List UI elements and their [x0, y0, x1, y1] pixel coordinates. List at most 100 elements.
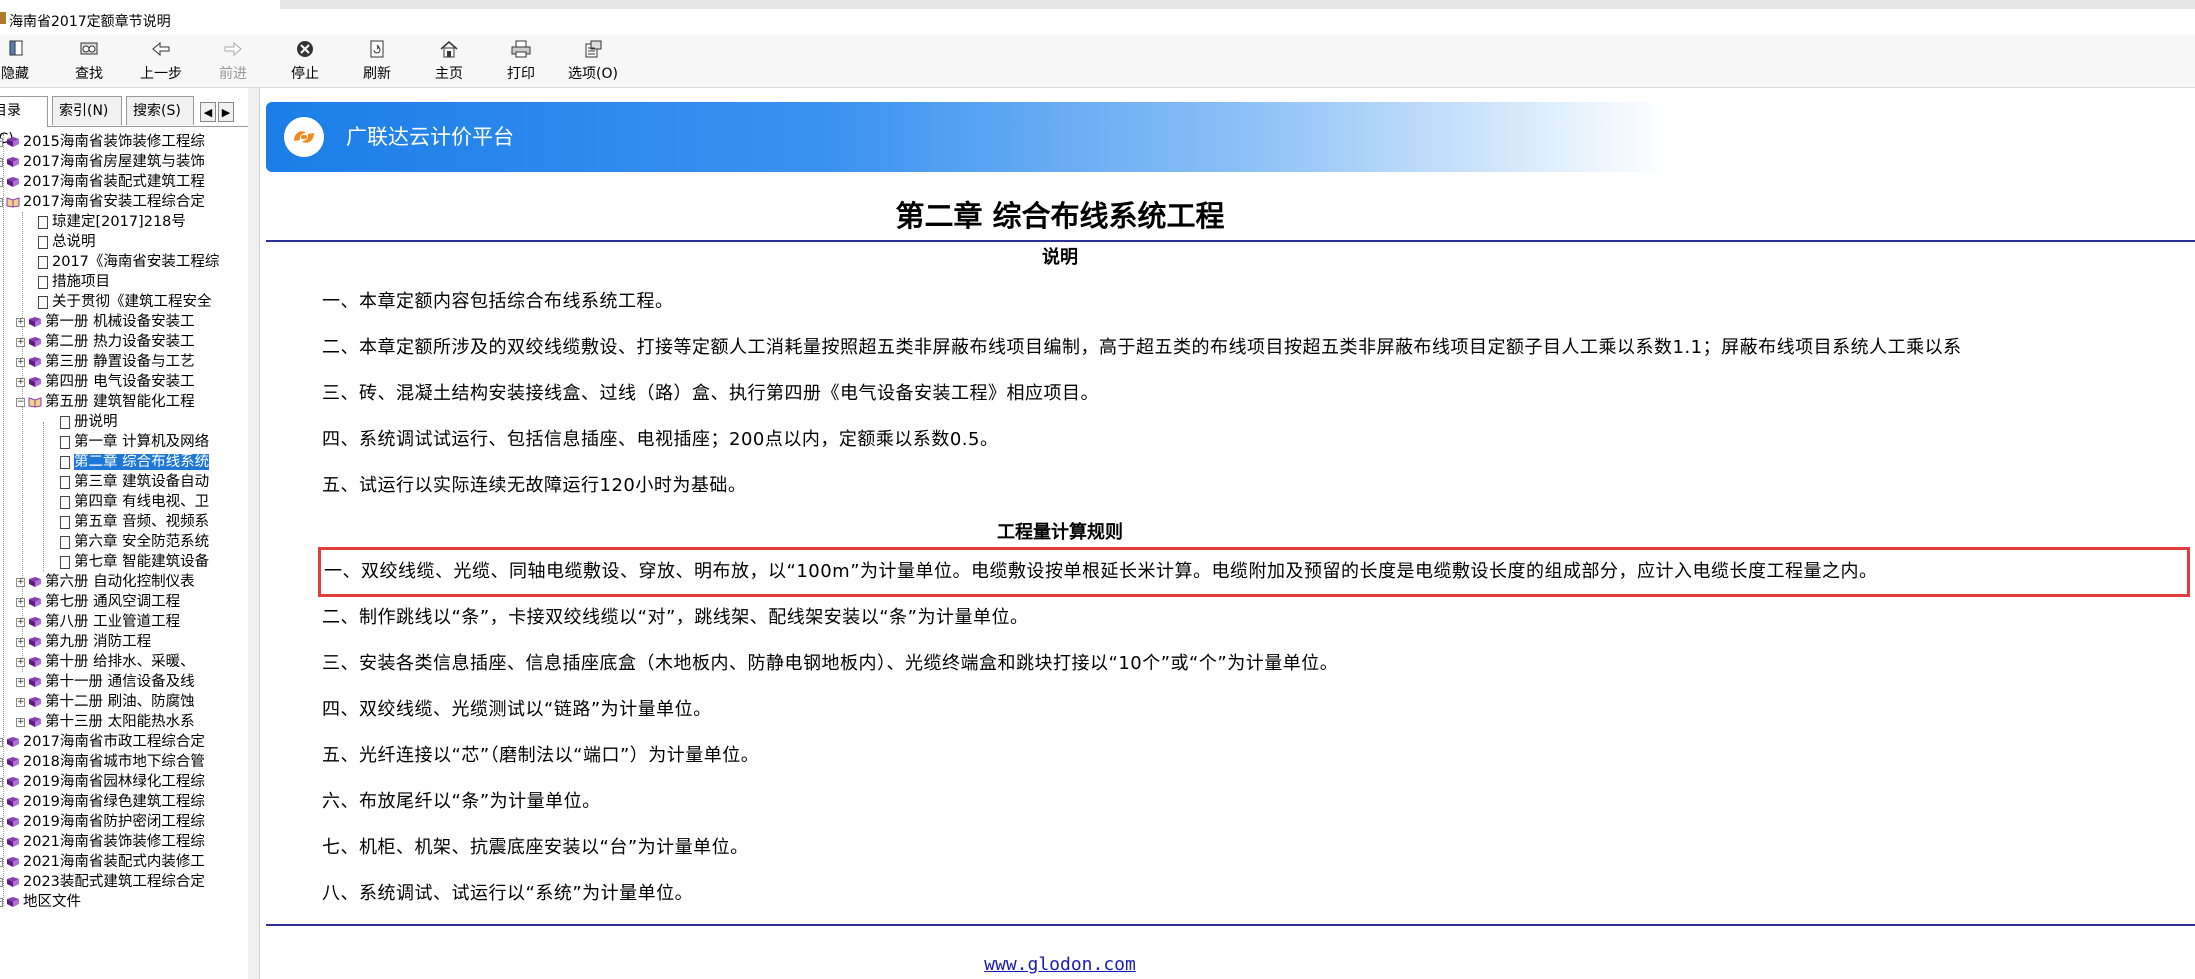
options-icon [560, 35, 626, 65]
book-icon [29, 697, 41, 707]
tree-item[interactable]: + 第一册 机械设备安装工 [16, 312, 195, 332]
expand-icon[interactable]: + [16, 697, 25, 707]
expand-icon[interactable]: + [0, 137, 3, 147]
expand-icon[interactable]: + [16, 717, 25, 727]
expand-icon[interactable]: + [16, 317, 25, 327]
glodon-logo-icon [284, 117, 324, 157]
window-title: 海南省2017定额章节说明 [9, 14, 171, 30]
notes-item: 三、砖、混凝土结构安装接线盒、过线（路）盒、执行第四册《电气设备安装工程》相应项… [322, 383, 1099, 404]
expand-icon[interactable]: + [16, 617, 25, 627]
rules-item: 四、双绞线缆、光缆测试以“链路”为计量单位。 [322, 699, 712, 720]
tree-item[interactable]: + 第三册 静置设备与工艺 [16, 352, 195, 372]
tab-contents[interactable]: 目录(C) [0, 96, 48, 147]
tree-item[interactable]: 第三章 建筑设备自动 [60, 472, 209, 492]
tree-item[interactable]: 措施项目 [38, 272, 110, 292]
collapse-icon[interactable]: − [0, 197, 3, 207]
tree-item[interactable]: + 第六册 自动化控制仪表 [16, 572, 195, 592]
expand-icon[interactable]: + [16, 677, 25, 687]
book-icon [29, 337, 41, 347]
tree-item[interactable]: + 第八册 工业管道工程 [16, 612, 180, 632]
expand-icon[interactable]: + [0, 837, 3, 847]
tab-index[interactable]: 索引(N) [52, 96, 122, 125]
tab-scroll-left-button[interactable]: ◀ [200, 102, 216, 122]
tree-item[interactable]: 第一章 计算机及网络 [60, 432, 209, 452]
tree-item[interactable]: +2015海南省装饰装修工程综 [0, 132, 205, 152]
tree-item[interactable]: 2017《海南省安装工程综 [38, 252, 219, 272]
tree-item[interactable]: −2017海南省安装工程综合定 [0, 192, 205, 212]
document-icon [38, 295, 48, 309]
tree-item[interactable]: +2019海南省防护密闭工程综 [0, 812, 205, 832]
expand-icon[interactable]: + [16, 597, 25, 607]
tree-item[interactable]: 册说明 [60, 412, 118, 432]
expand-icon[interactable]: + [0, 777, 3, 787]
tree-item[interactable]: + 第二册 热力设备安装工 [16, 332, 195, 352]
tree-item[interactable]: 第六章 安全防范系统 [60, 532, 209, 552]
forward-button[interactable]: 前进 [200, 35, 266, 87]
tree-item[interactable]: 总说明 [38, 232, 96, 252]
expand-icon[interactable]: + [16, 357, 25, 367]
tree-item[interactable]: 第四章 有线电视、卫 [60, 492, 209, 512]
tab-scroll-right-button[interactable]: ▶ [218, 102, 234, 122]
expand-icon[interactable]: + [0, 857, 3, 867]
tree-item[interactable]: + 第十三册 太阳能热水系 [16, 712, 195, 732]
tree-item[interactable]: +2023装配式建筑工程综合定 [0, 872, 205, 892]
tree-item[interactable]: 第五章 音频、视频系 [60, 512, 209, 532]
expand-icon[interactable]: + [16, 377, 25, 387]
book-icon [7, 837, 19, 847]
expand-icon[interactable]: + [0, 157, 3, 167]
tree-item[interactable]: +2018海南省城市地下综合管 [0, 752, 205, 772]
tree-item[interactable]: +2017海南省装配式建筑工程 [0, 172, 205, 192]
document-icon [60, 415, 70, 429]
stop-icon [272, 35, 338, 65]
find-button[interactable]: 查找 [56, 35, 122, 87]
collapse-icon[interactable]: − [16, 397, 25, 407]
tree-item[interactable]: + 第十二册 刷油、防腐蚀 [16, 692, 195, 712]
back-button[interactable]: 上一步 [128, 35, 194, 87]
refresh-button[interactable]: 刷新 [344, 35, 410, 87]
tree-item[interactable]: + 第四册 电气设备安装工 [16, 372, 195, 392]
expand-icon[interactable]: + [0, 877, 3, 887]
book-icon [7, 817, 19, 827]
tree-item[interactable]: +2019海南省绿色建筑工程综 [0, 792, 205, 812]
expand-icon[interactable]: + [16, 577, 25, 587]
document-icon [38, 255, 48, 269]
tree-item[interactable]: +2021海南省装饰装修工程综 [0, 832, 205, 852]
tree-item[interactable]: 关于贯彻《建筑工程安全 [38, 292, 212, 312]
print-button[interactable]: 打印 [488, 35, 554, 87]
tree-item[interactable]: 第七章 智能建筑设备 [60, 552, 209, 572]
home-button[interactable]: 主页 [416, 35, 482, 87]
tree-item[interactable]: +地区文件 [0, 892, 81, 912]
tree-item[interactable]: + 第九册 消防工程 [16, 632, 151, 652]
expand-icon[interactable]: + [0, 737, 3, 747]
hide-button[interactable]: 隐藏 [0, 35, 48, 87]
expand-icon[interactable]: + [0, 897, 3, 907]
tree-item[interactable]: +2017海南省市政工程综合定 [0, 732, 205, 752]
expand-icon[interactable]: + [0, 817, 3, 827]
notes-item: 五、试运行以实际连续无故障运行120小时为基础。 [322, 475, 747, 496]
tree-item[interactable]: − 第五册 建筑智能化工程 [16, 392, 195, 412]
toolbar: 隐藏 查找 上一步 前进 停止 刷新 主页 打印 选项(O) [0, 35, 2195, 88]
footer-divider [266, 924, 2195, 926]
tree-item[interactable]: + 第七册 通风空调工程 [16, 592, 180, 612]
tree-item[interactable]: +2017海南省房屋建筑与装饰 [0, 152, 205, 172]
tree-item[interactable]: + 第十一册 通信设备及线 [16, 672, 195, 692]
tree-item[interactable]: + 第十册 给排水、采暖、 [16, 652, 195, 672]
tree-item[interactable]: 琼建定[2017]218号 [38, 212, 186, 232]
open-book-icon [6, 197, 20, 208]
expand-icon[interactable]: + [16, 657, 25, 667]
tree-item[interactable]: +2019海南省园林绿化工程综 [0, 772, 205, 792]
tree-item[interactable]: +2021海南省装配式内装修工 [0, 852, 205, 872]
footer-link[interactable]: www.glodon.com [260, 953, 1860, 977]
expand-icon[interactable]: + [16, 337, 25, 347]
content-pane: 广联达云计价平台 第二章 综合布线系统工程 说明 一、本章定额内容包括综合布线系… [260, 88, 2195, 979]
book-icon [29, 637, 41, 647]
options-button[interactable]: 选项(O) [560, 35, 626, 87]
tree-item-selected[interactable]: 第二章 综合布线系统 [60, 452, 210, 472]
expand-icon[interactable]: + [0, 177, 3, 187]
stop-button[interactable]: 停止 [272, 35, 338, 87]
expand-icon[interactable]: + [16, 637, 25, 647]
tab-search[interactable]: 搜索(S) [126, 96, 194, 125]
expand-icon[interactable]: + [0, 797, 3, 807]
expand-icon[interactable]: + [0, 757, 3, 767]
pane-splitter[interactable] [248, 88, 260, 979]
